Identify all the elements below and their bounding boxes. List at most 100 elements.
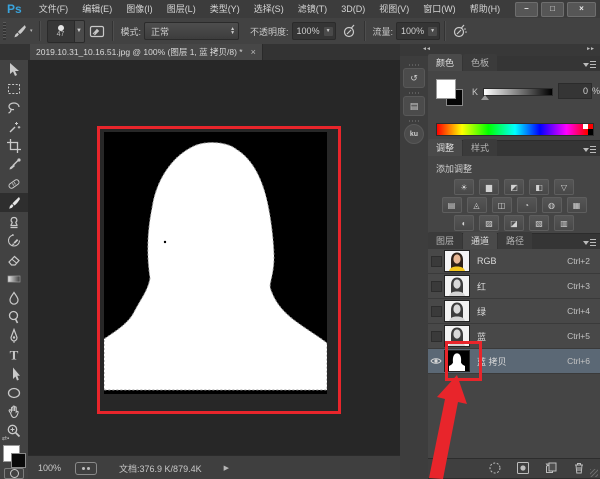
path-select-tool[interactable] — [0, 364, 28, 383]
panel-menu-icon[interactable] — [583, 238, 596, 247]
shape-tool[interactable] — [0, 383, 28, 402]
color-lookup-adjustment-icon[interactable]: ▦ — [567, 197, 587, 213]
menu-item-6[interactable]: 滤镜(T) — [291, 1, 335, 18]
menu-item-8[interactable]: 视图(V) — [372, 1, 416, 18]
channels-tab-图层[interactable]: 图层 — [428, 232, 462, 249]
photo-filter-adjustment-icon[interactable]: ◔ — [517, 197, 537, 213]
magic-wand-tool[interactable] — [0, 117, 28, 136]
delete-channel-button[interactable] — [572, 461, 586, 477]
foreground-color-swatch[interactable] — [436, 79, 456, 99]
close-button[interactable]: × — [567, 2, 596, 17]
color-balance-adjustment-icon[interactable]: ◬ — [467, 197, 487, 213]
status-expand-icon[interactable]: ▶ — [224, 464, 229, 472]
blur-tool[interactable] — [0, 288, 28, 307]
chevron-down-icon[interactable]: ▼ — [324, 27, 333, 36]
healing-brush-tool[interactable] — [0, 174, 28, 193]
swap-colors-icon[interactable]: ⇄▪ — [2, 435, 26, 443]
channel-visibility-toggle[interactable] — [428, 281, 444, 292]
save-selection-as-channel-button[interactable] — [516, 461, 530, 477]
channel-visibility-toggle[interactable] — [428, 331, 444, 342]
channel-row-RGB[interactable]: RGBCtrl+2 — [428, 249, 600, 274]
channel-visibility-toggle[interactable] — [428, 256, 444, 267]
selective-color-adjustment-icon[interactable]: ▧ — [529, 215, 549, 231]
vibrance-adjustment-icon[interactable]: ▽ — [554, 179, 574, 195]
gradient-map-adjustment-icon[interactable]: ▥ — [554, 215, 574, 231]
menu-item-3[interactable]: 图层(L) — [160, 1, 203, 18]
load-selection-button[interactable] — [488, 461, 502, 477]
color-tab-色板[interactable]: 色板 — [463, 54, 497, 71]
panel-menu-icon[interactable] — [583, 145, 596, 154]
brush-tool[interactable] — [0, 193, 28, 212]
dock-grip[interactable] — [409, 64, 419, 66]
channels-tab-通道[interactable]: 通道 — [463, 232, 497, 249]
exposure-adjustment-icon[interactable]: ◧ — [529, 179, 549, 195]
resize-grip[interactable] — [590, 469, 598, 477]
crop-tool[interactable] — [0, 136, 28, 155]
k-slider-thumb[interactable] — [481, 95, 489, 100]
pen-tool[interactable] — [0, 326, 28, 345]
menu-item-2[interactable]: 图像(I) — [119, 1, 160, 18]
menu-item-9[interactable]: 窗口(W) — [416, 1, 463, 18]
k-value-field[interactable]: 0 — [558, 83, 592, 99]
brightness-contrast-adjustment-icon[interactable]: ☀ — [454, 179, 474, 195]
menu-item-7[interactable]: 3D(D) — [334, 1, 372, 18]
brush-preset-picker[interactable]: 47 ▼ — [47, 20, 85, 43]
eyedropper-tool[interactable] — [0, 155, 28, 174]
hand-tool[interactable] — [0, 402, 28, 421]
expand-dock-icon[interactable]: ►► — [586, 46, 594, 52]
marquee-tool[interactable] — [0, 79, 28, 98]
channel-thumbnail[interactable] — [444, 300, 470, 322]
flow-input[interactable]: 100% ▼ — [396, 22, 440, 40]
channel-thumbnail[interactable] — [444, 250, 470, 272]
toggle-brush-panel-button[interactable] — [89, 24, 106, 39]
k-slider[interactable] — [483, 88, 553, 96]
channel-visibility-toggle[interactable] — [428, 306, 444, 317]
channel-thumbnail[interactable] — [444, 275, 470, 297]
panel-menu-icon[interactable] — [583, 60, 596, 69]
menu-item-4[interactable]: 类型(Y) — [203, 1, 247, 18]
channels-tab-路径[interactable]: 路径 — [498, 232, 532, 249]
airbrush-toggle-button[interactable] — [452, 23, 468, 39]
kuler-panel-icon[interactable]: ku — [404, 124, 424, 144]
move-tool[interactable] — [0, 60, 28, 79]
adjustments-tab-调整[interactable]: 调整 — [428, 139, 462, 156]
posterize-adjustment-icon[interactable]: ▨ — [479, 215, 499, 231]
brush-tool-option-button[interactable]: ▾ — [11, 23, 33, 40]
channel-visibility-toggle[interactable] — [428, 357, 444, 365]
document-tab[interactable]: 2019.10.31_10.16.51.jpg @ 100% (图层 1, 蓝 … — [30, 44, 263, 60]
levels-adjustment-icon[interactable]: ▆ — [479, 179, 499, 195]
document-size-info[interactable]: 文档:376.9 K/879.4K — [119, 462, 202, 475]
quick-mask-button[interactable] — [4, 468, 24, 479]
maximize-button[interactable]: □ — [541, 2, 564, 17]
history-panel-icon[interactable]: ↺ — [403, 68, 425, 88]
dodge-tool[interactable] — [0, 307, 28, 326]
type-tool[interactable]: T — [0, 345, 28, 364]
black-swatch[interactable] — [588, 129, 593, 135]
invert-adjustment-icon[interactable]: ◐ — [454, 215, 474, 231]
lasso-tool[interactable] — [0, 98, 28, 117]
adjustments-tab-样式[interactable]: 样式 — [463, 139, 497, 156]
collapse-dock-icon[interactable]: ◄◄ — [422, 46, 430, 52]
clone-stamp-tool[interactable] — [0, 212, 28, 231]
menu-item-0[interactable]: 文件(F) — [32, 1, 76, 18]
dock-grip[interactable] — [409, 92, 419, 94]
chevron-down-icon[interactable]: ▼ — [428, 27, 437, 36]
minimize-button[interactable]: – — [515, 2, 538, 17]
opacity-pressure-button[interactable] — [342, 23, 358, 39]
curves-adjustment-icon[interactable]: ◩ — [504, 179, 524, 195]
canvas-area[interactable] — [28, 60, 400, 455]
history-brush-tool[interactable] — [0, 231, 28, 250]
new-channel-button[interactable] — [544, 461, 558, 477]
black-white-adjustment-icon[interactable]: ◫ — [492, 197, 512, 213]
hue-saturation-adjustment-icon[interactable]: ▤ — [442, 197, 462, 213]
zoom-level-field[interactable]: 100% — [38, 463, 61, 473]
menu-item-10[interactable]: 帮助(H) — [463, 1, 508, 18]
options-grip[interactable] — [3, 22, 6, 40]
channel-row-红[interactable]: 红Ctrl+3 — [428, 274, 600, 299]
channel-mixer-adjustment-icon[interactable]: ◍ — [542, 197, 562, 213]
menu-item-5[interactable]: 选择(S) — [247, 1, 291, 18]
background-color-swatch[interactable] — [11, 453, 26, 468]
dock-grip[interactable] — [409, 120, 419, 122]
brush-preset-dropdown-arrow[interactable]: ▼ — [75, 20, 85, 43]
blend-mode-select[interactable]: 正常 ▲▼ — [144, 22, 239, 40]
